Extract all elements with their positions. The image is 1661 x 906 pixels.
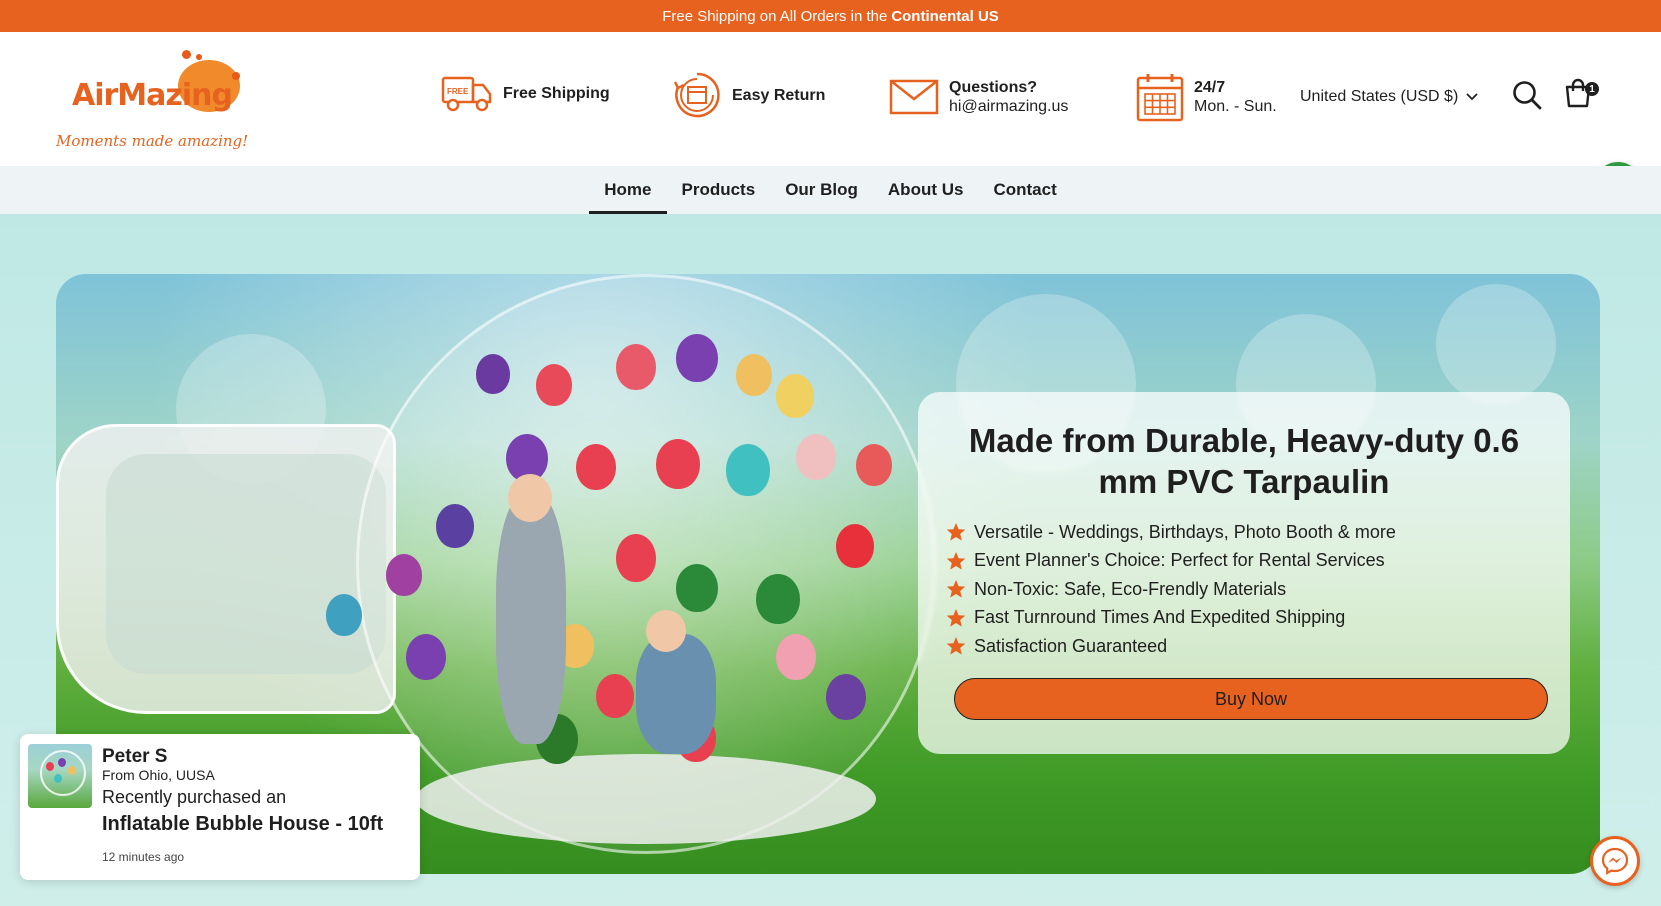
- star-icon: [946, 551, 966, 570]
- search-icon: [1513, 81, 1542, 110]
- balloon: [736, 354, 772, 396]
- feature-free-shipping: FREE Free Shipping: [441, 72, 610, 114]
- feature-availability: 24/7 Mon. - Sun.: [1136, 72, 1277, 122]
- balloon: [796, 434, 836, 480]
- balloon: [596, 674, 634, 718]
- bullet-text: Fast Turnround Times And Expedited Shipp…: [974, 607, 1346, 628]
- hero-title: Made from Durable, Heavy-duty 0.6 mm PVC…: [968, 422, 1520, 500]
- star-icon: [946, 608, 966, 627]
- buy-now-button[interactable]: Buy Now: [954, 678, 1548, 720]
- child-head: [646, 610, 686, 652]
- envelope-icon: [889, 79, 939, 115]
- bullet-text: Satisfaction Guaranteed: [974, 635, 1168, 656]
- cart-count-badge: 1: [1585, 82, 1599, 96]
- nav-contact[interactable]: Contact: [978, 166, 1071, 214]
- nav-products[interactable]: Products: [667, 166, 771, 214]
- product-thumbnail: [28, 744, 92, 808]
- child-figure: [496, 494, 566, 744]
- balloon: [616, 534, 656, 582]
- chevron-down-icon: [1466, 93, 1478, 101]
- site-header: AirMazing Moments made amazing! FREE Fre…: [0, 32, 1661, 210]
- bullet-text: Non-Toxic: Safe, Eco-Frendly Materials: [974, 578, 1287, 599]
- star-icon: [946, 523, 966, 541]
- bullet-text: Event Planner's Choice: Perfect for Rent…: [974, 550, 1385, 571]
- balloon: [856, 444, 892, 486]
- balloon: [726, 444, 770, 496]
- balloon: [756, 574, 800, 624]
- list-item: Non-Toxic: Safe, Eco-Frendly Materials: [946, 575, 1396, 604]
- thumb-balloon: [46, 762, 54, 771]
- balloon: [836, 524, 874, 568]
- thumb-bubble: [40, 750, 86, 796]
- bullet-text: Versatile - Weddings, Birthdays, Photo B…: [974, 521, 1396, 542]
- feature-title: Questions?: [949, 79, 1038, 96]
- announcement-bar: Free Shipping on All Orders in the Conti…: [0, 0, 1661, 32]
- child-head: [508, 474, 552, 522]
- list-item: Event Planner's Choice: Perfect for Rent…: [946, 547, 1396, 576]
- thumb-balloon: [54, 774, 62, 783]
- currency-selector[interactable]: United States (USD $): [1300, 88, 1478, 106]
- customer-name: Peter S: [102, 746, 168, 767]
- purchase-time: 12 minutes ago: [102, 850, 185, 864]
- bubble-house-floor: [416, 754, 876, 844]
- calendar-icon: [1136, 74, 1184, 122]
- logo-dot-icon: [232, 72, 240, 80]
- balloon: [476, 354, 510, 394]
- child-figure: [636, 634, 716, 754]
- feature-questions: Questions? hi@airmazing.us: [889, 78, 1068, 116]
- customer-location: From Ohio, UUSA: [102, 767, 215, 783]
- svg-text:FREE: FREE: [447, 87, 469, 96]
- balloon: [576, 444, 616, 490]
- hero-info-card: Made from Durable, Heavy-duty 0.6 mm PVC…: [918, 392, 1570, 754]
- balloon: [776, 374, 814, 418]
- list-item: Satisfaction Guaranteed: [946, 632, 1396, 661]
- balloon: [386, 554, 422, 596]
- balloon: [656, 439, 700, 489]
- truck-icon: FREE: [441, 76, 492, 112]
- balloon: [776, 634, 816, 680]
- star-icon: [946, 637, 966, 655]
- nav-our-blog[interactable]: Our Blog: [770, 166, 873, 214]
- balloon: [326, 594, 362, 636]
- feature-title: Easy Return: [732, 86, 826, 104]
- purchased-product-link[interactable]: Inflatable Bubble House - 10ft: [102, 813, 383, 836]
- star-icon: [946, 580, 966, 598]
- announcement-highlight: Continental US: [891, 7, 999, 25]
- feature-easy-return: Easy Return: [672, 70, 825, 120]
- logo-dot-icon: [182, 50, 191, 59]
- thumb-balloon: [68, 766, 76, 775]
- announcement-text: Free Shipping on All Orders in the: [662, 7, 888, 25]
- support-email[interactable]: hi@airmazing.us: [949, 98, 1068, 115]
- logo-wordmark: AirMazing: [72, 78, 233, 113]
- feature-title: Free Shipping: [503, 84, 610, 102]
- balloon: [436, 504, 474, 548]
- messenger-chat-button[interactable]: [1590, 836, 1640, 886]
- recent-purchase-popup[interactable]: Peter S From Ohio, UUSA Recently purchas…: [20, 734, 420, 880]
- purchase-label: Recently purchased an: [102, 787, 287, 807]
- balloon: [676, 564, 718, 612]
- currency-label: United States (USD $): [1300, 88, 1459, 105]
- balloon: [826, 674, 866, 720]
- tunnel-interior: [106, 454, 386, 674]
- bokeh-light: [1436, 284, 1556, 404]
- nav-home[interactable]: Home: [589, 166, 667, 214]
- balloon: [616, 344, 656, 390]
- balloon: [536, 364, 572, 406]
- balloon: [676, 334, 718, 382]
- list-item: Versatile - Weddings, Birthdays, Photo B…: [946, 518, 1396, 547]
- feature-bullet-list: Versatile - Weddings, Birthdays, Photo B…: [946, 518, 1396, 661]
- nav-about-us[interactable]: About Us: [873, 166, 979, 214]
- site-logo[interactable]: AirMazing Moments made amazing!: [56, 50, 249, 150]
- logo-dot-icon: [196, 54, 202, 60]
- return-box-icon: [673, 72, 720, 118]
- thumb-balloon: [58, 758, 66, 767]
- list-item: Fast Turnround Times And Expedited Shipp…: [946, 604, 1396, 633]
- logo-tagline: Moments made amazing!: [56, 132, 249, 150]
- messenger-icon: [1601, 847, 1629, 875]
- search-button[interactable]: [1512, 80, 1542, 115]
- feature-subtitle: Mon. - Sun.: [1194, 98, 1277, 115]
- main-nav: Home Products Our Blog About Us Contact: [0, 166, 1661, 214]
- balloon: [406, 634, 446, 680]
- feature-title: 24/7: [1194, 79, 1226, 96]
